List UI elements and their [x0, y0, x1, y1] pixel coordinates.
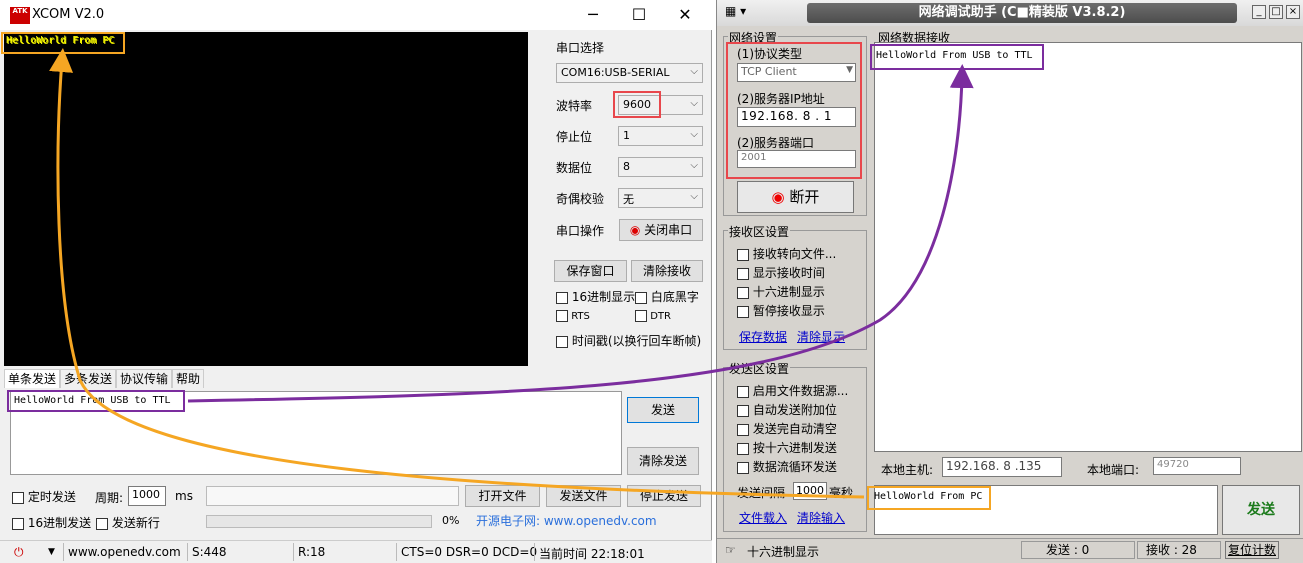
orange-arrow	[49, 48, 865, 499]
flow-arrows	[49, 48, 974, 499]
purple-arrow	[187, 64, 974, 403]
